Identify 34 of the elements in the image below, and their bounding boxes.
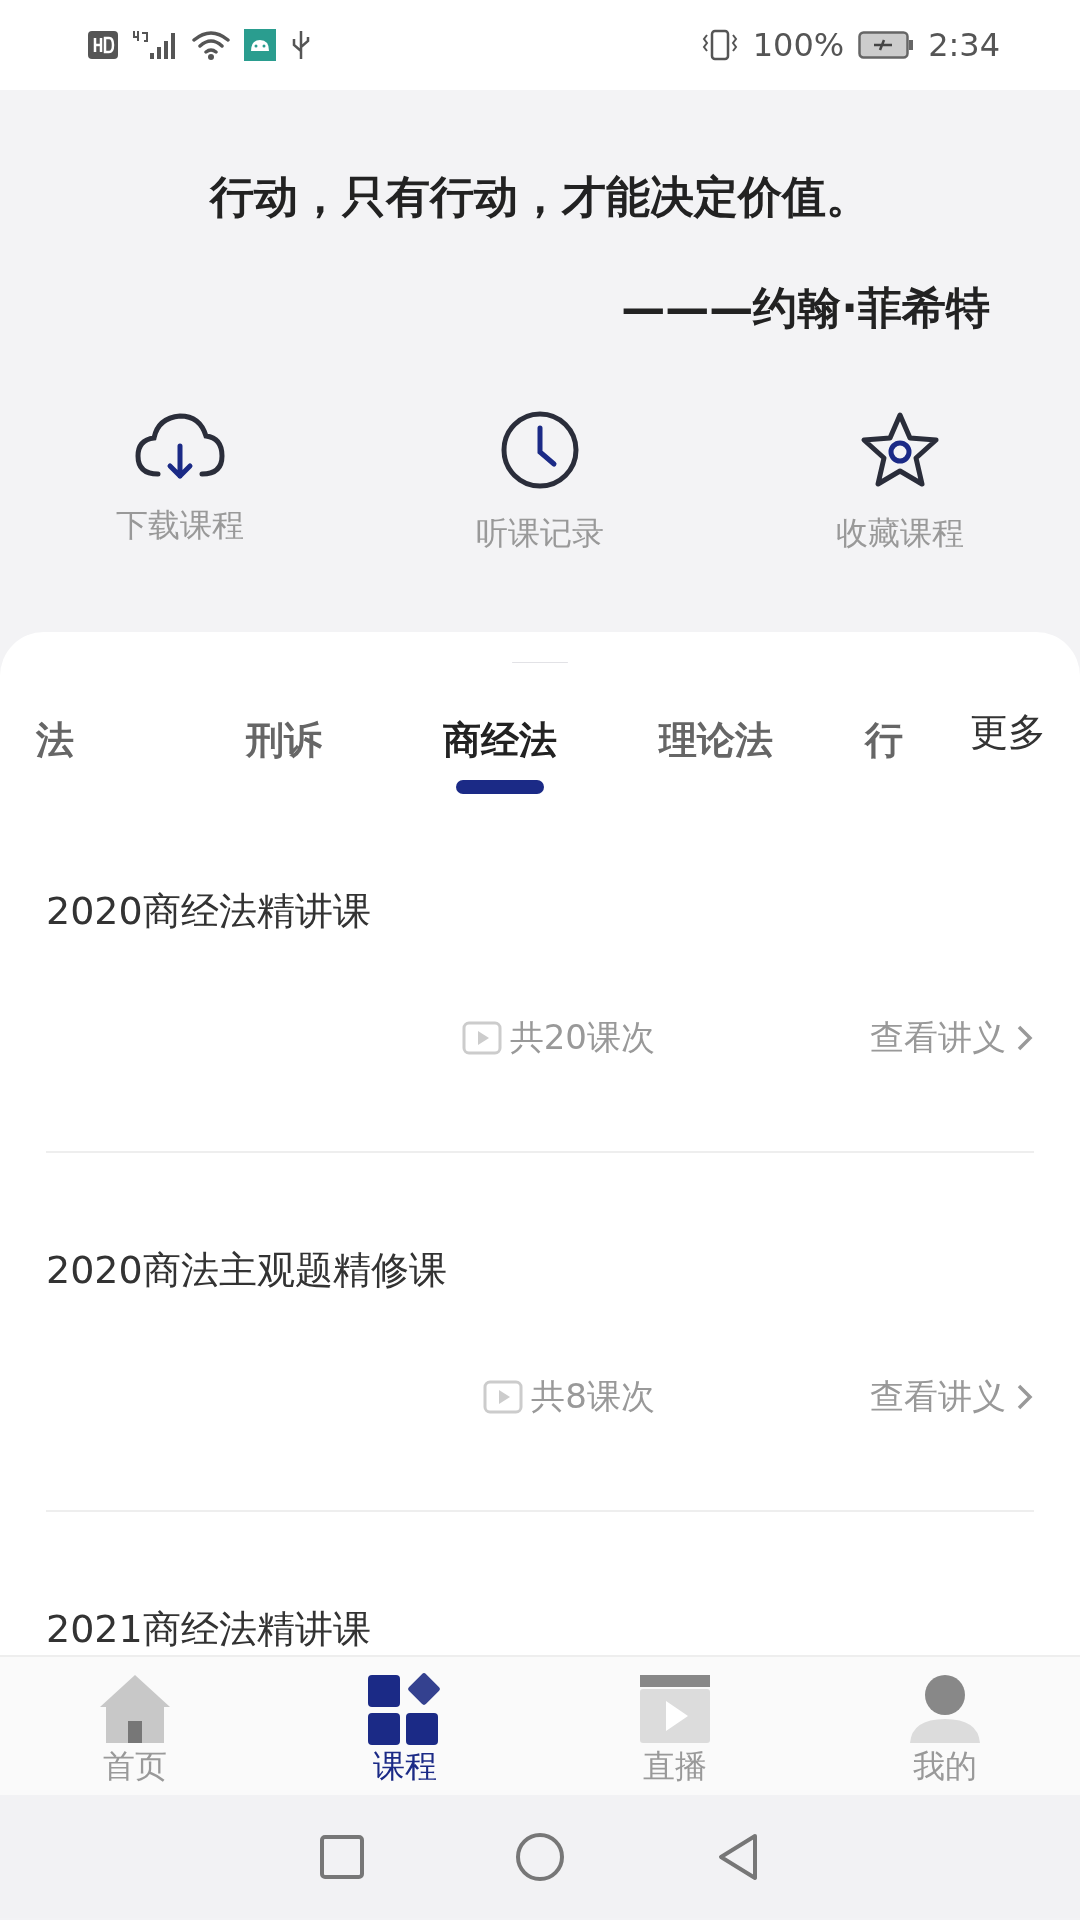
home-button[interactable]	[515, 1831, 565, 1882]
category-tab[interactable]: 商经法	[392, 715, 608, 794]
chevron-right-icon	[1016, 1383, 1034, 1411]
video-icon	[461, 1021, 502, 1055]
clapperboard-icon	[638, 1673, 712, 1745]
chevron-right-icon	[1016, 1024, 1034, 1052]
clock-icon	[500, 410, 580, 490]
battery-icon	[858, 31, 915, 59]
video-icon	[483, 1380, 524, 1414]
course-title[interactable]: 2020商经法精讲课	[46, 886, 1034, 937]
category-tab[interactable]: 理论法	[608, 715, 824, 794]
category-tab[interactable]: 法	[26, 715, 176, 794]
quote-text: 行动，只有行动，才能决定价值。	[208, 170, 871, 224]
lesson-count: 共20课次	[509, 1016, 655, 1059]
usb-icon	[290, 29, 312, 61]
person-icon	[908, 1673, 982, 1745]
house-icon	[98, 1673, 172, 1745]
quote-author: ———约翰·菲希特	[620, 281, 990, 335]
category-tab[interactable]: 行	[824, 715, 944, 794]
course-title[interactable]: 2020商法主观题精修课	[46, 1245, 1034, 1296]
grid-icon	[368, 1673, 442, 1745]
lesson-count: 共8课次	[531, 1375, 655, 1418]
recents-button[interactable]	[319, 1833, 365, 1880]
nav-tab[interactable]: 课程	[270, 1657, 540, 1795]
wifi-icon	[192, 30, 230, 60]
course-title[interactable]: 2021商经法精讲课	[46, 1604, 1034, 1655]
battery-percentage: 100%	[752, 26, 845, 64]
vibrate-icon	[700, 29, 739, 61]
signal-icon	[132, 29, 178, 61]
hd-icon	[88, 31, 118, 59]
category-tab[interactable]: 刑诉	[176, 715, 392, 794]
android-icon	[244, 29, 276, 61]
clock-time: 2:34	[928, 26, 1000, 64]
more-link[interactable]: 更多	[970, 707, 1080, 758]
